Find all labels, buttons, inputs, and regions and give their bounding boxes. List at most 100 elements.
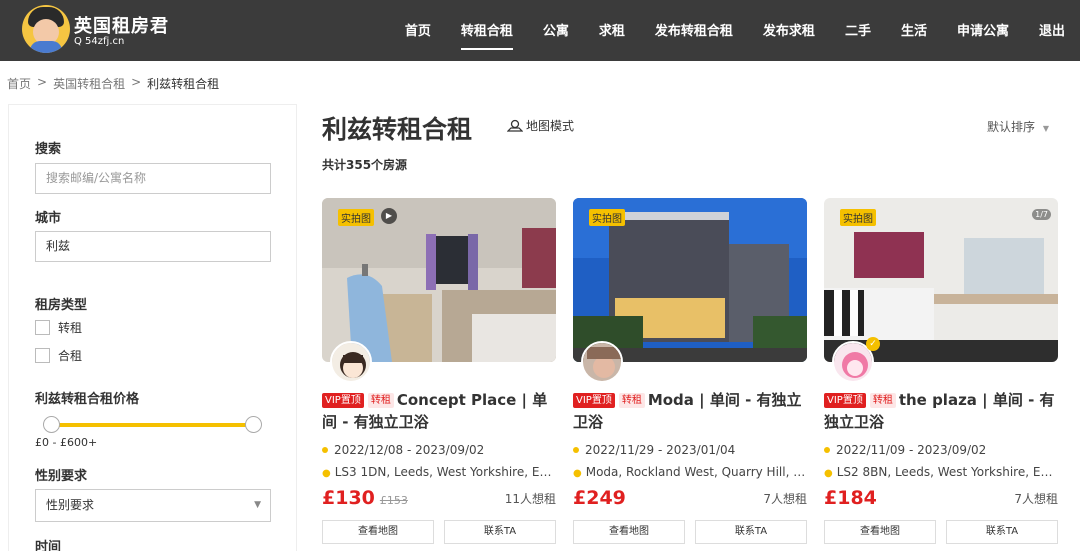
listing-photo[interactable]: 实拍图 1/7: [824, 198, 1058, 362]
landlord-avatar[interactable]: [581, 341, 623, 383]
location-pin-icon: ●: [322, 468, 331, 479]
checkbox-sublet-label: 转租: [58, 321, 83, 335]
listing-dates: 2022/11/09 - 2023/09/02: [824, 443, 1058, 457]
listing-card[interactable]: 实拍图 1/7 ✓ VIP置顶 转租 the plaza | 单间 - 有独立卫浴 …: [824, 198, 1058, 548]
sort-label: 默认排序: [987, 120, 1036, 134]
price-current: £249: [573, 487, 626, 509]
nav-sublet[interactable]: 转租合租: [446, 0, 528, 61]
price-label: 利兹转租合租价格: [35, 392, 140, 407]
landlord-avatar[interactable]: [330, 341, 372, 383]
listing-dates-text: 2022/11/29 - 2023/01/04: [585, 443, 736, 457]
price-current: £130: [322, 487, 375, 509]
listing-address: ● Moda, Rockland West, Quarry Hill, Leeds: [573, 465, 807, 479]
price-range-text: £0 - £600+: [35, 436, 98, 449]
real-photo-badge: 实拍图: [589, 209, 625, 226]
date-dot-icon: [824, 447, 830, 453]
listing-dates: 2022/12/08 - 2023/09/02: [322, 443, 556, 457]
map-mode-link[interactable]: 地图模式: [507, 117, 574, 134]
search-input[interactable]: 搜索邮编/公寓名称: [35, 163, 271, 194]
main-nav: 首页 转租合租 公寓 求租 发布转租合租 发布求租 二手 生活 申请公寓 退出: [390, 0, 1080, 61]
site-title[interactable]: 英国租房君: [74, 12, 169, 38]
listing-title[interactable]: VIP置顶 转租 Concept Place | 单间 - 有独立卫浴: [322, 389, 556, 433]
price-original: £153: [379, 494, 408, 507]
listing-price: £249: [573, 487, 626, 509]
wanted-count: 7人想租: [763, 492, 807, 506]
view-map-button[interactable]: 查看地图: [322, 520, 434, 544]
listing-count: 共计355个房源: [322, 158, 408, 172]
listing-photo[interactable]: 实拍图: [573, 198, 807, 362]
contact-button[interactable]: 联系TA: [695, 520, 807, 544]
breadcrumb-uk-sublet[interactable]: 英国转租合租: [53, 75, 125, 92]
breadcrumb-home[interactable]: 首页: [7, 75, 31, 92]
rent-type-label: 租房类型: [35, 298, 88, 313]
nav-wanted[interactable]: 求租: [584, 0, 640, 61]
location-pin-icon: ●: [573, 468, 582, 479]
nav-apartments[interactable]: 公寓: [528, 0, 584, 61]
wanted-count: 11人想租: [504, 492, 556, 506]
breadcrumb-separator: >: [37, 75, 48, 89]
wanted-count: 7人想租: [1014, 492, 1058, 506]
date-dot-icon: [573, 447, 579, 453]
nav-post-wanted[interactable]: 发布求租: [748, 0, 830, 61]
listing-dates-text: 2022/12/08 - 2023/09/02: [334, 443, 485, 457]
city-input[interactable]: 利兹: [35, 231, 271, 262]
listing-title[interactable]: VIP置顶 转租 Moda | 单间 - 有独立卫浴: [573, 389, 807, 433]
sublet-badge: 转租: [869, 393, 896, 408]
view-map-button[interactable]: 查看地图: [573, 520, 685, 544]
vip-badge: VIP置顶: [322, 393, 364, 408]
caret-down-icon: ▼: [1042, 124, 1049, 133]
date-dot-icon: [322, 447, 328, 453]
listing-address: ● LS3 1DN, Leeds, West Yorkshire, England: [322, 465, 556, 479]
listing-card[interactable]: 实拍图 VIP置顶 转租 Moda | 单间 - 有独立卫浴 2022/11/29 …: [573, 198, 807, 548]
contact-button[interactable]: 联系TA: [946, 520, 1058, 544]
listing-title[interactable]: VIP置顶 转租 the plaza | 单间 - 有独立卫浴: [824, 389, 1058, 433]
checkbox-sublet-row[interactable]: 转租: [35, 319, 82, 336]
photo-counter: 1/7: [1032, 209, 1051, 220]
top-navbar: 英国租房君 Q 54zfj.cn 首页 转租合租 公寓 求租 发布转租合租 发布…: [0, 0, 1080, 61]
breadcrumb: 首页 > 英国转租合租 > 利兹转租合租: [7, 75, 219, 92]
vip-badge: VIP置顶: [573, 393, 615, 408]
nav-apply-apartment[interactable]: 申请公寓: [942, 0, 1024, 61]
listing-price: £184: [824, 487, 877, 509]
nav-life[interactable]: 生活: [886, 0, 942, 61]
sort-dropdown[interactable]: 默认排序 ▼: [987, 118, 1049, 135]
gender-select[interactable]: 性别要求 ▼: [35, 489, 271, 522]
page-title: 利兹转租合租: [322, 115, 473, 144]
checkbox-flatshare-label: 合租: [58, 349, 83, 363]
price-slider-track[interactable]: [50, 423, 255, 427]
nav-home[interactable]: 首页: [390, 0, 446, 61]
checkbox-sublet[interactable]: [35, 320, 50, 335]
nav-post-sublet[interactable]: 发布转租合租: [640, 0, 748, 61]
chevron-down-icon: ▼: [254, 500, 261, 510]
search-label: 搜索: [35, 142, 62, 157]
checkbox-flatshare-row[interactable]: 合租: [35, 347, 82, 364]
vip-badge: VIP置顶: [824, 393, 866, 408]
time-label: 时间: [35, 540, 62, 551]
gender-select-value: 性别要求: [46, 498, 95, 512]
real-photo-badge: 实拍图: [840, 209, 876, 226]
listing-dates: 2022/11/29 - 2023/01/04: [573, 443, 807, 457]
price-current: £184: [824, 487, 877, 509]
listing-price: £130 £153: [322, 487, 408, 509]
city-label: 城市: [35, 211, 62, 226]
filter-sidebar: 搜索 搜索邮编/公寓名称 城市 利兹 租房类型 转租 合租 利兹转租合租价格 £…: [8, 104, 297, 551]
listing-address-text: LS3 1DN, Leeds, West Yorkshire, England: [334, 465, 556, 479]
logo-mascot-icon[interactable]: [22, 5, 70, 53]
breadcrumb-separator: >: [131, 75, 142, 89]
breadcrumb-current: 利兹转租合租: [147, 77, 220, 91]
play-video-icon[interactable]: ▶: [381, 208, 397, 224]
contact-button[interactable]: 联系TA: [444, 520, 556, 544]
map-pin-icon: [507, 119, 523, 132]
listing-photo[interactable]: 实拍图 ▶: [322, 198, 556, 362]
nav-logout[interactable]: 退出: [1024, 0, 1080, 61]
listing-card[interactable]: 实拍图 ▶ VIP置顶 转租 Concept Place | 单间 - 有独立卫浴 …: [322, 198, 556, 548]
price-slider-max-handle[interactable]: [245, 416, 262, 433]
checkbox-flatshare[interactable]: [35, 348, 50, 363]
price-slider-min-handle[interactable]: [43, 416, 60, 433]
view-map-button[interactable]: 查看地图: [824, 520, 936, 544]
listing-dates-text: 2022/11/09 - 2023/09/02: [836, 443, 987, 457]
listing-address-text: LS2 8BN, Leeds, West Yorkshire, England: [836, 465, 1058, 479]
sublet-badge: 转租: [367, 393, 394, 408]
map-mode-label: 地图模式: [526, 119, 575, 133]
nav-secondhand[interactable]: 二手: [830, 0, 886, 61]
